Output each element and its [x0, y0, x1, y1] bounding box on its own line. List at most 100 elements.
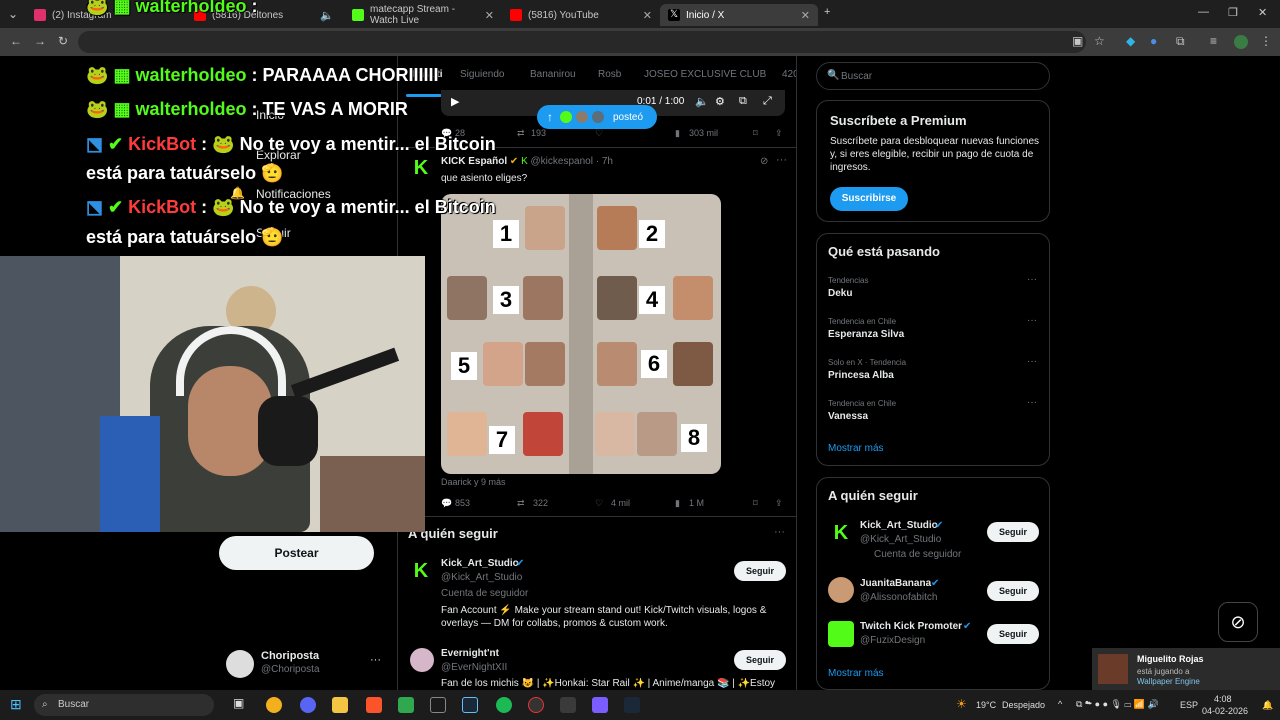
- tab-x[interactable]: 𝕏 Inicio / X ✕: [660, 4, 818, 26]
- tagged-users[interactable]: Daarick y 9 más: [441, 477, 506, 487]
- show-more-link[interactable]: Mostrar más: [828, 668, 884, 679]
- window-close-button[interactable]: ✕: [1258, 6, 1267, 19]
- tab-search-icon[interactable]: ⌄: [8, 7, 18, 21]
- trend-item[interactable]: Esperanza Silva: [828, 329, 904, 340]
- bookmark-icon[interactable]: ⌑: [753, 128, 758, 139]
- discord-icon[interactable]: [300, 697, 316, 713]
- tweet-handle[interactable]: @kickespanol: [531, 156, 593, 167]
- app-icon[interactable]: [528, 697, 544, 713]
- profile-avatar[interactable]: [226, 650, 254, 678]
- twitch-kick-avatar[interactable]: [828, 621, 854, 647]
- close-icon[interactable]: ✕: [485, 9, 494, 22]
- follow-handle[interactable]: @FuzixDesign: [860, 635, 925, 646]
- share-icon[interactable]: ⇪: [775, 498, 783, 509]
- reload-button[interactable]: ↻: [58, 34, 68, 48]
- app-icon[interactable]: [560, 697, 576, 713]
- store-icon[interactable]: [398, 697, 414, 713]
- suggestion-name[interactable]: Evernight'nt: [441, 648, 499, 659]
- new-tab-button[interactable]: +: [824, 6, 830, 18]
- profile-more-icon[interactable]: ···: [370, 654, 381, 666]
- kick-avatar[interactable]: K: [410, 157, 432, 179]
- follow-button[interactable]: Seguir: [987, 581, 1039, 601]
- reply-icon[interactable]: 💬: [441, 498, 452, 509]
- brave-icon[interactable]: [366, 697, 382, 713]
- tab-youtube-1[interactable]: (5816) Deltones 🔈: [186, 4, 342, 26]
- bookmark-star-icon[interactable]: ☆: [1094, 34, 1105, 48]
- trend-more-icon[interactable]: ···: [1027, 356, 1037, 367]
- suggestion-handle[interactable]: @Kick_Art_Studio: [441, 572, 522, 583]
- nav-home[interactable]: Inicio: [256, 108, 284, 122]
- tab-following[interactable]: Siguiendo: [460, 69, 504, 80]
- close-icon[interactable]: ✕: [643, 9, 652, 22]
- follow-button[interactable]: Seguir: [734, 650, 786, 670]
- tab-youtube-2[interactable]: (5816) YouTube ✕: [502, 4, 660, 26]
- repost-icon[interactable]: ⇄: [517, 498, 525, 509]
- follow-button[interactable]: Seguir: [987, 624, 1039, 644]
- steam-icon-2[interactable]: [624, 697, 640, 713]
- tab-420[interactable]: 420: [782, 69, 796, 80]
- search-input[interactable]: 🔍 Buscar: [816, 62, 1050, 90]
- address-bar[interactable]: [78, 31, 1086, 53]
- share-icon[interactable]: ⇪: [775, 128, 783, 139]
- forward-button[interactable]: →: [34, 34, 46, 48]
- trend-more-icon[interactable]: ···: [1027, 315, 1037, 326]
- play-icon[interactable]: ▶: [451, 95, 459, 108]
- like-icon[interactable]: ♡: [595, 128, 603, 139]
- extension-icon-2[interactable]: ●: [1150, 34, 1157, 48]
- views-icon[interactable]: ▮: [675, 128, 680, 139]
- kebab-menu-icon[interactable]: ⋮: [1260, 34, 1272, 48]
- grok-button[interactable]: ⊘: [1218, 602, 1258, 642]
- nav-follow[interactable]: Seguir: [256, 226, 291, 240]
- tray-chevron-icon[interactable]: ^: [1058, 699, 1062, 709]
- notifications-icon[interactable]: 🔔: [1262, 700, 1273, 711]
- steam-notification[interactable]: Miguelito Rojas está jugando a Wallpaper…: [1092, 648, 1280, 690]
- suggestion-handle[interactable]: @EverNightXII: [441, 662, 507, 673]
- app-icon[interactable]: [592, 697, 608, 713]
- juanita-avatar[interactable]: [828, 577, 854, 603]
- tab-bananirou[interactable]: Bananirou: [530, 69, 576, 80]
- subscribe-button[interactable]: Suscribirse: [830, 187, 908, 211]
- fullscreen-icon[interactable]: ⤢: [763, 95, 772, 108]
- menu-lines-icon[interactable]: ≡: [1210, 34, 1217, 48]
- follow-handle[interactable]: @Alissonofabitch: [860, 592, 937, 603]
- profile-avatar[interactable]: [1234, 35, 1248, 49]
- follow-name[interactable]: Kick_Art_Studio: [860, 520, 938, 531]
- tab-for-you[interactable]: Para ti: [412, 69, 443, 80]
- section-more-icon[interactable]: ···: [774, 526, 785, 538]
- follow-button[interactable]: Seguir: [987, 522, 1039, 542]
- show-more-link[interactable]: Mostrar más: [828, 443, 884, 454]
- clock-time[interactable]: 4:08: [1214, 694, 1232, 704]
- suggestion-name[interactable]: Kick_Art_Studio: [441, 558, 519, 569]
- pip-icon[interactable]: ⧉: [739, 95, 747, 108]
- tab-instagram[interactable]: (2) Instagram: [26, 4, 186, 26]
- spotify-icon[interactable]: [496, 697, 512, 713]
- tab-kick[interactable]: matecapp Stream - Watch Live ✕: [344, 4, 502, 26]
- tweet-more-icon[interactable]: ···: [776, 154, 787, 166]
- tab-joseo[interactable]: JOSEO EXCLUSIVE CLUB: [644, 69, 766, 80]
- trend-more-icon[interactable]: ···: [1027, 397, 1037, 408]
- reply-icon[interactable]: 💬: [441, 128, 452, 139]
- trend-item[interactable]: Deku: [828, 288, 852, 299]
- tweet-image[interactable]: 1 2 3 4 5 6 7 8: [441, 194, 721, 474]
- evernight-avatar[interactable]: [410, 648, 434, 672]
- like-icon[interactable]: ♡: [595, 498, 603, 509]
- settings-gear-icon[interactable]: ⚙: [715, 95, 725, 108]
- weather-temp[interactable]: 19°C: [976, 700, 996, 710]
- restore-button[interactable]: ❐: [1228, 6, 1238, 19]
- views-icon[interactable]: ▮: [675, 498, 680, 509]
- chrome-icon[interactable]: [266, 697, 282, 713]
- nav-notifications[interactable]: Notificaciones: [256, 187, 331, 201]
- steam-icon[interactable]: [462, 697, 478, 713]
- follow-button[interactable]: Seguir: [734, 561, 786, 581]
- trend-item[interactable]: Princesa Alba: [828, 370, 894, 381]
- minimize-button[interactable]: —: [1198, 6, 1209, 18]
- tab-rosb[interactable]: Rosb: [598, 69, 621, 80]
- folder-icon[interactable]: [332, 697, 348, 713]
- bookmark-icon[interactable]: ⌑: [753, 498, 758, 509]
- profile-name[interactable]: Choriposta: [261, 650, 319, 662]
- back-button[interactable]: ←: [10, 34, 22, 48]
- puzzle-icon[interactable]: ⧉: [1176, 34, 1185, 49]
- taskbar-search[interactable]: ⌕ Buscar: [34, 694, 214, 716]
- trend-item[interactable]: Vanessa: [828, 411, 868, 422]
- cast-icon[interactable]: ▣: [1072, 34, 1083, 48]
